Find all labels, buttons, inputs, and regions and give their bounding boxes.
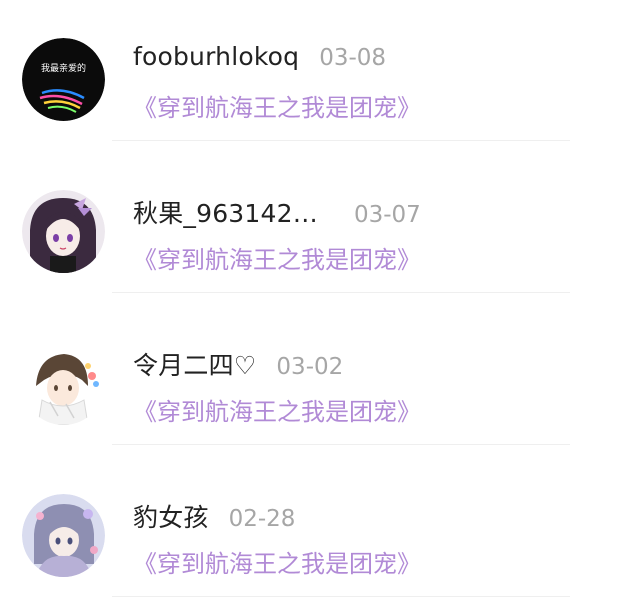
anime-character-avatar-icon[interactable] (22, 494, 105, 577)
book-title-link[interactable]: 《穿到航海王之我是团宠》 (133, 240, 421, 275)
divider (112, 140, 570, 141)
list-item[interactable]: 豹女孩 02-28 《穿到航海王之我是团宠》 (0, 456, 638, 608)
book-title-link[interactable]: 《穿到航海王之我是团宠》 (133, 392, 421, 427)
name-row: 令月二四♡ 03-02 (133, 346, 343, 380)
book-title-link[interactable]: 《穿到航海王之我是团宠》 (133, 88, 421, 123)
comment-date: 03-07 (353, 202, 421, 228)
comment-date: 03-02 (276, 354, 344, 380)
name-row: 秋果_963142… 03-07 (133, 194, 421, 228)
divider (112, 292, 570, 293)
divider (112, 444, 570, 445)
list-item[interactable]: 我最亲爱的 fooburhlokoq 03-08 《穿到航海王之我是团宠》 (0, 0, 638, 152)
avatar-text: 我最亲爱的 (41, 62, 86, 74)
list-item[interactable]: 令月二四♡ 03-02 《穿到航海王之我是团宠》 (0, 304, 638, 456)
username[interactable]: 豹女孩 (133, 498, 209, 534)
name-row: 豹女孩 02-28 (133, 498, 295, 532)
comment-date: 03-08 (319, 45, 387, 71)
comment-date: 02-28 (228, 506, 296, 532)
anime-girl-avatar-icon[interactable] (22, 190, 105, 273)
name-row: fooburhlokoq 03-08 (133, 42, 386, 76)
username[interactable]: 令月二四♡ (133, 346, 256, 382)
text-avatar-icon[interactable]: 我最亲爱的 (22, 38, 105, 121)
comment-list: 我最亲爱的 fooburhlokoq 03-08 《穿到航海王之我是团宠》 秋果… (0, 0, 638, 608)
divider (112, 596, 570, 597)
list-item[interactable]: 秋果_963142… 03-07 《穿到航海王之我是团宠》 (0, 152, 638, 304)
anime-boy-avatar-icon[interactable] (22, 342, 105, 425)
username[interactable]: fooburhlokoq (133, 42, 299, 71)
book-title-link[interactable]: 《穿到航海王之我是团宠》 (133, 544, 421, 579)
username[interactable]: 秋果_963142… (133, 194, 318, 230)
